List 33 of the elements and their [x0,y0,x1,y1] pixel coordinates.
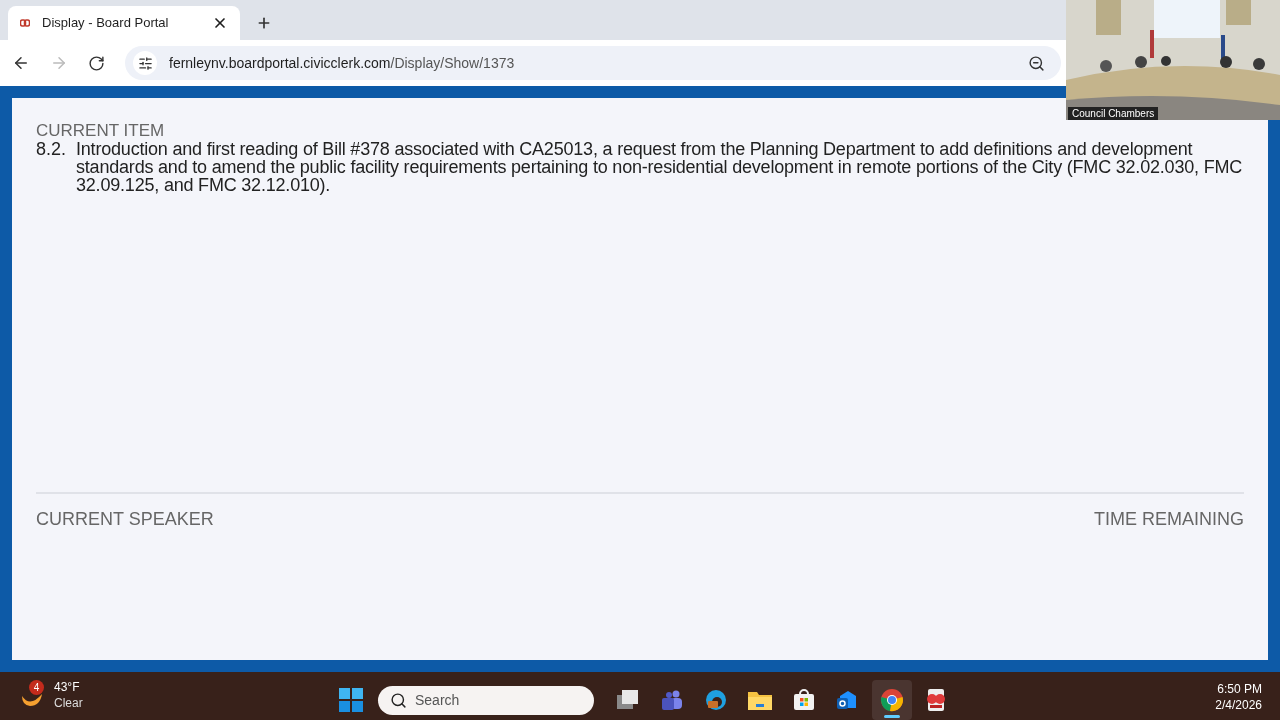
link-icon [20,19,30,27]
start-icon[interactable] [338,687,364,713]
people-icon [660,688,684,712]
weather-condition: Clear [54,695,83,711]
clock-date: 2/4/2026 [1215,697,1262,713]
reload-icon[interactable] [88,54,105,72]
tab-title: Display - Board Portal [42,14,170,33]
current-speaker-heading: CURRENT SPEAKER [36,508,214,531]
address-bar[interactable]: fernleynv.boardportal.civicclerk.com/Display/Show/1373 [125,46,1061,80]
search-icon [390,691,407,709]
search-field[interactable]: Search [378,685,594,715]
url-text: fernleynv.boardportal.civicclerk.com/Display/Show/1373 [169,53,516,73]
clock-time: 6:50 PM [1217,681,1262,697]
close-icon[interactable] [212,15,228,31]
back-icon[interactable] [12,54,30,72]
windows-icon [615,689,641,711]
chrome-icon [880,688,904,712]
taskbar-app[interactable] [872,680,912,720]
temperature: 43°F [54,679,81,695]
video-label: Council Chambers [1068,107,1159,120]
site-settings-icon[interactable] [137,55,153,71]
reel-icon [924,688,948,712]
browser-icon [704,688,728,712]
time-remaining-heading: TIME REMAINING [1094,508,1244,531]
item-number: 8.2. [36,140,68,161]
folder-icon [747,689,773,711]
notification-badge: 4 [29,680,44,695]
browser-tab[interactable]: Display - Board Portal [8,6,240,40]
item-description: Introduction and first reading of Bill #378 associated with CA25013, a request from the Planning Department to add definitions and development standards and to amend the public facility requirements pertaining to non-residential development in remote portions of the City (FMC 32.02.030, FMC 32.09.125, and FMC 32.12.010). [76,140,1244,194]
shopping-bag-icon [792,688,816,712]
zoom-out-icon[interactable] [1028,54,1045,72]
section-heading: CURRENT ITEM [36,122,166,140]
new-tab-icon[interactable] [256,15,272,31]
